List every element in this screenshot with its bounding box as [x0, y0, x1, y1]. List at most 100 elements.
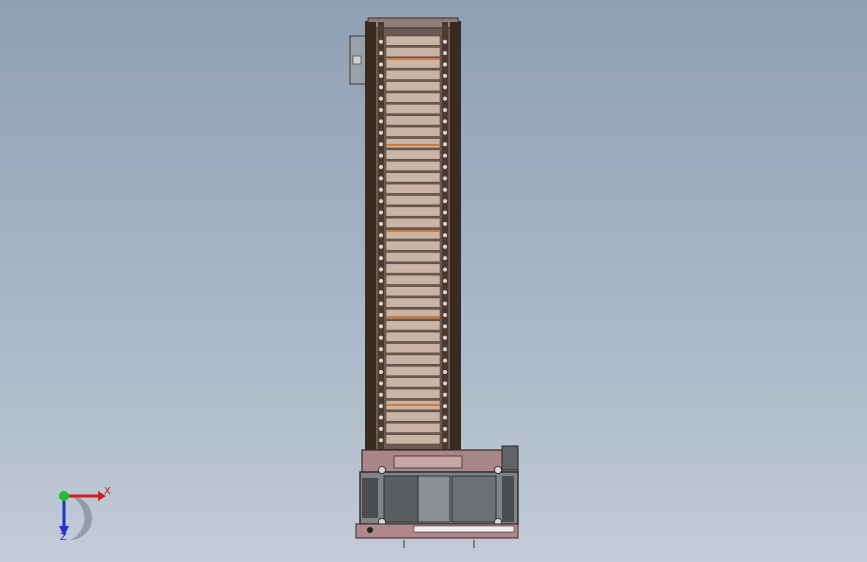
left-roller — [379, 164, 383, 169]
left-roller — [379, 290, 383, 295]
right-roller — [443, 347, 447, 352]
left-roller — [379, 335, 383, 340]
right-roller — [443, 199, 447, 204]
conveyor-slat — [385, 172, 441, 183]
left-roller — [379, 233, 383, 238]
right-roller — [443, 233, 447, 238]
drive-motor-right — [451, 475, 497, 523]
right-roller — [443, 51, 447, 56]
accent-bar — [386, 144, 440, 146]
right-roller — [443, 62, 447, 67]
left-roller — [379, 96, 383, 101]
left-roller — [379, 369, 383, 374]
conveyor-slat — [385, 343, 441, 354]
bottom-foot-left — [367, 527, 373, 533]
right-roller — [443, 381, 447, 386]
right-roller — [443, 426, 447, 431]
left-roller — [379, 438, 383, 443]
drive-left-box — [362, 478, 378, 518]
left-roller — [379, 142, 383, 147]
graphics-viewport[interactable]: X Z — [0, 0, 867, 562]
conveyor-slat — [385, 388, 441, 399]
left-roller — [379, 244, 383, 249]
left-roller — [379, 73, 383, 78]
right-roller — [443, 96, 447, 101]
conveyor-slat — [385, 297, 441, 308]
right-roller — [443, 119, 447, 124]
left-roller — [379, 85, 383, 90]
conveyor-slat — [385, 81, 441, 92]
left-roller — [379, 62, 383, 67]
left-roller — [379, 267, 383, 272]
drive-right-box — [502, 476, 514, 522]
cad-model-assembly[interactable] — [0, 0, 867, 562]
conveyor-slat — [385, 320, 441, 331]
y-axis-dot — [59, 491, 69, 501]
right-roller — [443, 438, 447, 443]
conveyor-slat — [385, 92, 441, 103]
right-roller — [443, 301, 447, 306]
conveyor-slat — [385, 354, 441, 365]
right-roller — [443, 278, 447, 283]
triad-shadow — [70, 496, 92, 540]
right-roller — [443, 358, 447, 363]
conveyor-slat — [385, 160, 441, 171]
left-roller — [379, 153, 383, 158]
left-roller — [379, 415, 383, 420]
conveyor-slat — [385, 126, 441, 137]
conveyor-slat — [385, 149, 441, 160]
right-roller — [443, 244, 447, 249]
conveyor-slat — [385, 183, 441, 194]
right-roller — [443, 210, 447, 215]
left-roller — [379, 199, 383, 204]
conveyor-slat — [385, 434, 441, 445]
right-roller — [443, 392, 447, 397]
left-roller — [379, 130, 383, 135]
left-roller — [379, 256, 383, 261]
right-roller — [443, 256, 447, 261]
right-roller — [443, 290, 447, 295]
right-roller — [443, 415, 447, 420]
side-control-window — [352, 55, 362, 65]
accent-bar — [386, 58, 440, 60]
right-roller — [443, 267, 447, 272]
conveyor-slat — [385, 240, 441, 251]
left-roller — [379, 426, 383, 431]
right-rail — [450, 22, 460, 450]
conveyor-slat — [385, 104, 441, 115]
right-roller — [443, 73, 447, 78]
left-roller — [379, 347, 383, 352]
accent-bar — [386, 230, 440, 232]
conveyor-slat — [385, 365, 441, 376]
drive-gearbox — [417, 475, 451, 523]
left-roller — [379, 187, 383, 192]
corner-bolt — [378, 466, 386, 474]
conveyor-slat — [385, 411, 441, 422]
base-label-plate — [393, 455, 463, 469]
left-rail — [366, 22, 376, 450]
corner-bolt — [494, 466, 502, 474]
drive-motor-left — [383, 475, 419, 523]
right-roller — [443, 130, 447, 135]
right-roller — [443, 85, 447, 90]
left-roller — [379, 51, 383, 56]
conveyor-slat — [385, 195, 441, 206]
orientation-triad: X Z — [40, 478, 120, 548]
left-roller — [379, 278, 383, 283]
conveyor-slat — [385, 58, 441, 69]
accent-bar — [386, 316, 440, 318]
conveyor-slat — [385, 47, 441, 58]
conveyor-slat — [385, 35, 441, 46]
conveyor-slat — [385, 206, 441, 217]
left-roller — [379, 358, 383, 363]
z-axis-label: Z — [60, 532, 67, 543]
left-roller — [379, 381, 383, 386]
conveyor-slat — [385, 422, 441, 433]
right-roller — [443, 369, 447, 374]
right-roller — [443, 176, 447, 181]
left-roller — [379, 221, 383, 226]
bottom-white-bar — [413, 525, 515, 533]
conveyor-slat — [385, 69, 441, 80]
conveyor-slat — [385, 115, 441, 126]
x-axis-label: X — [104, 486, 111, 497]
